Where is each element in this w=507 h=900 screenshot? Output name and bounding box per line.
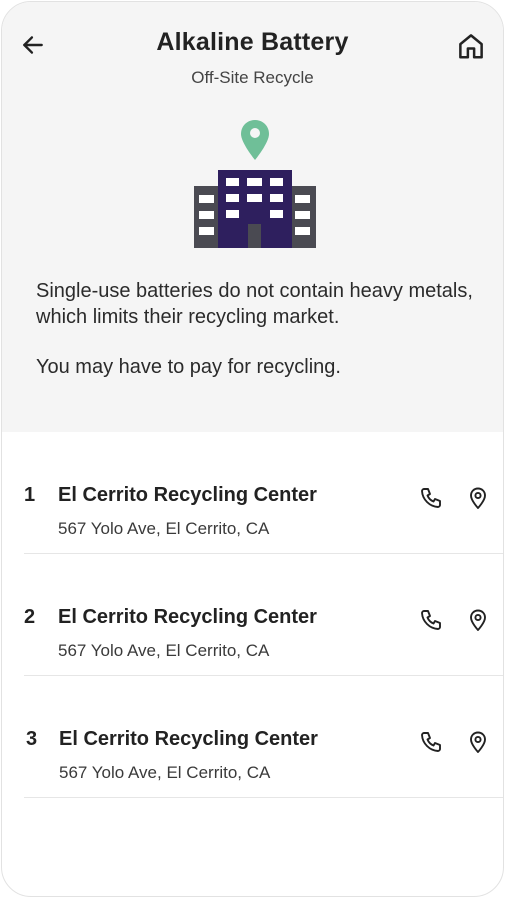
building-location-icon (194, 120, 316, 248)
map-pin-icon (470, 731, 486, 753)
location-name: El Cerrito Recycling Center (58, 606, 317, 628)
map-button[interactable] (464, 484, 492, 512)
location-item[interactable]: 3 El Cerrito Recycling Center 567 Yolo A… (24, 676, 503, 798)
phone-icon (421, 610, 441, 630)
map-button[interactable] (464, 606, 492, 634)
map-pin-icon (470, 487, 486, 509)
location-address: 567 Yolo Ave, El Cerrito, CA (58, 519, 270, 538)
location-number: 3 (26, 728, 38, 750)
info-panel: Alkaline Battery Off-Site Recycle Single… (2, 2, 503, 432)
building-illustration (192, 118, 318, 252)
phone-icon (421, 488, 441, 508)
location-item[interactable]: 2 El Cerrito Recycling Center 567 Yolo A… (24, 554, 503, 676)
location-item[interactable]: 1 El Cerrito Recycling Center 567 Yolo A… (24, 432, 503, 554)
location-number: 1 (24, 484, 36, 506)
description: Single-use batteries do not contain heav… (36, 278, 486, 404)
location-name: El Cerrito Recycling Center (59, 728, 318, 750)
home-icon (459, 34, 483, 59)
call-button[interactable] (417, 484, 445, 512)
location-list: 1 El Cerrito Recycling Center 567 Yolo A… (2, 432, 503, 798)
phone-frame: Alkaline Battery Off-Site Recycle Single… (1, 1, 504, 897)
location-number: 2 (24, 606, 36, 628)
map-pin-icon (470, 609, 486, 631)
home-button[interactable] (453, 28, 489, 64)
call-button[interactable] (417, 606, 445, 634)
call-button[interactable] (417, 728, 445, 756)
location-address: 567 Yolo Ave, El Cerrito, CA (59, 763, 271, 782)
page-subtitle: Off-Site Recycle (191, 68, 314, 87)
map-button[interactable] (464, 728, 492, 756)
page-title: Alkaline Battery (156, 28, 349, 56)
location-address: 567 Yolo Ave, El Cerrito, CA (58, 641, 270, 660)
phone-icon (421, 732, 441, 752)
location-name: El Cerrito Recycling Center (58, 484, 317, 506)
description-paragraph: Single-use batteries do not contain heav… (36, 280, 473, 328)
description-paragraph: You may have to pay for recycling. (36, 356, 341, 378)
